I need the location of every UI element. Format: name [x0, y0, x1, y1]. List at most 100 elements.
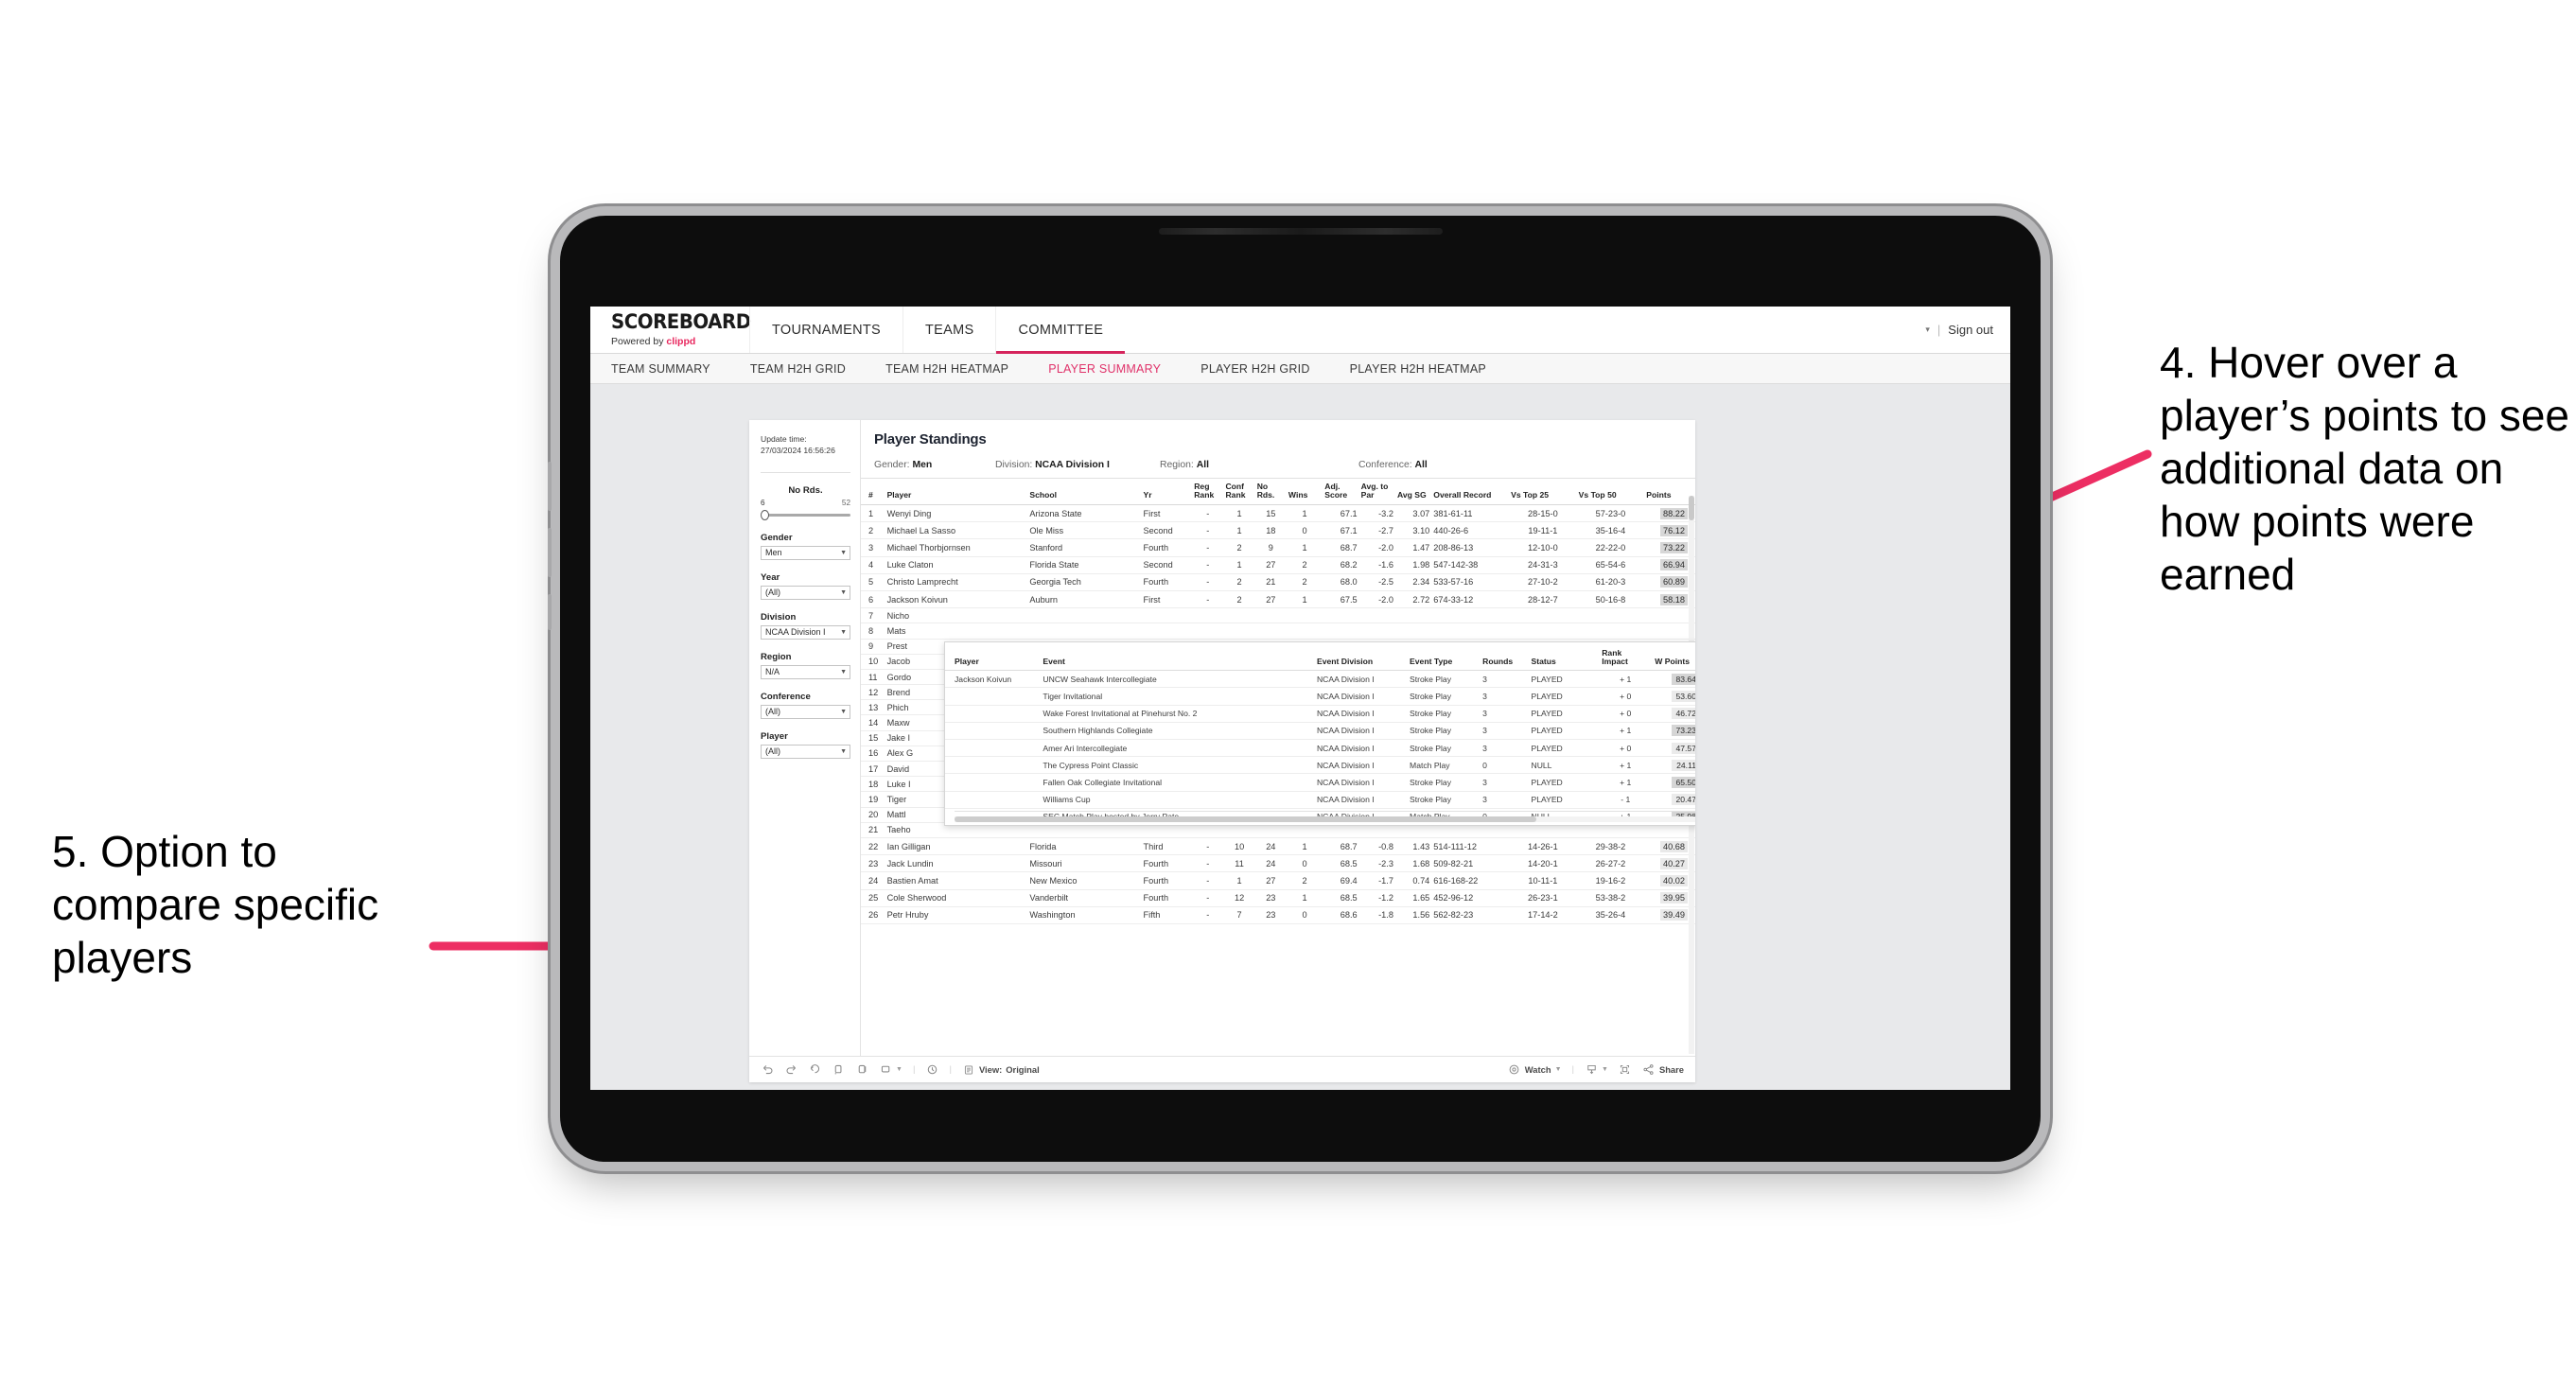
cell-adj-score: 68.5 — [1323, 854, 1359, 873]
table-row[interactable]: 4 Luke Claton Florida State Second - 1 2… — [861, 556, 1695, 574]
col-adj-score[interactable]: Adj. Score — [1323, 479, 1359, 506]
tt-cell-division: NCAA Division I — [1313, 670, 1408, 689]
nav-item-committee[interactable]: COMMITTEE — [995, 307, 1125, 354]
tt-cell-rounds: 3 — [1480, 705, 1529, 723]
table-row[interactable]: 7 Nicho — [861, 607, 1695, 624]
cell-points[interactable]: 39.95 — [1644, 889, 1695, 907]
alerts-dropdown[interactable]: ▼ — [879, 1063, 902, 1077]
brand-logo[interactable]: SCOREBOARD Powered by clippd — [590, 307, 751, 353]
tooltip-row: Wake Forest Invitational at Pinehurst No… — [945, 705, 1695, 723]
view-dropdown[interactable]: View: Original — [962, 1063, 1040, 1077]
undo-icon[interactable] — [761, 1063, 774, 1077]
standings-table-wrapper: # Player School Yr Reg Rank Conf Rank No… — [861, 478, 1695, 1056]
col-wins[interactable]: Wins — [1286, 479, 1323, 506]
region-select[interactable]: N/A ▼ — [761, 664, 850, 679]
pause-auto-updates-icon[interactable] — [855, 1063, 868, 1077]
table-row[interactable]: 23 Jack Lundin Missouri Fourth - 11 24 0 — [861, 854, 1695, 873]
cell-points[interactable]: 76.12 — [1644, 521, 1695, 540]
table-row[interactable]: 3 Michael Thorbjornsen Stanford Fourth -… — [861, 538, 1695, 557]
scrollbar-thumb[interactable] — [955, 816, 1536, 822]
viz-body: Update time: 27/03/2024 16:56:26 No Rds.… — [749, 420, 1695, 1056]
redo-icon[interactable] — [784, 1063, 797, 1077]
col-reg-rank[interactable]: Reg Rank — [1192, 479, 1224, 506]
share-button[interactable]: Share — [1642, 1063, 1684, 1077]
tt-cell-status: PLAYED — [1528, 687, 1600, 706]
nav-item-teams[interactable]: TEAMS — [902, 307, 995, 353]
cell-points[interactable]: 66.94 — [1644, 556, 1695, 574]
download-dropdown[interactable]: ▼ — [1585, 1063, 1608, 1077]
subnav-item-team-h2h-grid[interactable]: TEAM H2H GRID — [750, 362, 846, 376]
cell-points — [1644, 607, 1695, 624]
col-vs-top-50[interactable]: Vs Top 50 — [1576, 479, 1645, 506]
meta-gender: Gender: Men — [874, 460, 986, 470]
col-player[interactable]: Player — [885, 479, 1028, 506]
table-row[interactable]: 1 Wenyi Ding Arizona State First - 1 15 … — [861, 504, 1695, 523]
division-select[interactable]: NCAA Division I ▼ — [761, 624, 850, 640]
col-vs-top-25[interactable]: Vs Top 25 — [1509, 479, 1577, 506]
col-no-rds[interactable]: No Rds. — [1254, 479, 1287, 506]
tt-cell-status: PLAYED — [1528, 773, 1600, 792]
gender-select[interactable]: Men ▼ — [761, 545, 850, 560]
subnav-item-team-h2h-heatmap[interactable]: TEAM H2H HEATMAP — [885, 362, 1008, 376]
cell-points[interactable]: 40.02 — [1644, 871, 1695, 890]
points-badge: 39.49 — [1660, 909, 1688, 921]
table-row[interactable]: 24 Bastien Amat New Mexico Fourth - 1 27… — [861, 871, 1695, 890]
cell-points[interactable]: 60.89 — [1644, 573, 1695, 591]
view-icon — [962, 1063, 975, 1077]
tt-col-event: Event — [1040, 642, 1314, 672]
cell-rank: 1 — [861, 504, 885, 523]
cell-no-rds: 18 — [1254, 521, 1287, 540]
cell-avg-sg: 2.72 — [1394, 590, 1432, 609]
col-overall-rec[interactable]: Overall Record — [1431, 479, 1510, 506]
conference-select[interactable]: (All) ▼ — [761, 704, 850, 719]
no-rounds-slider[interactable] — [761, 509, 850, 520]
slider-handle[interactable] — [761, 509, 769, 520]
cell-points-hovered[interactable]: 58.18 — [1644, 590, 1695, 609]
nav-item-tournaments[interactable]: TOURNAMENTS — [749, 307, 902, 353]
table-row[interactable]: 5 Christo Lamprecht Georgia Tech Fourth … — [861, 573, 1695, 591]
tt-cell-event: SEC Stroke Play hosted by Jerry Pate — [1040, 825, 1314, 826]
cell-points[interactable]: 39.49 — [1644, 906, 1695, 924]
table-row[interactable]: 26 Petr Hruby Washington Fifth - 7 23 0 — [861, 906, 1695, 924]
chevron-down-icon: ▼ — [840, 747, 847, 755]
cell-wins: 2 — [1286, 573, 1323, 591]
table-row[interactable]: 25 Cole Sherwood Vanderbilt Fourth - 12 … — [861, 889, 1695, 907]
cell-player: Jack Lundin — [885, 854, 1028, 873]
cell-points[interactable]: 73.22 — [1644, 538, 1695, 557]
sign-out-link[interactable]: Sign out — [1948, 323, 1993, 337]
tt-cell-event: The Cypress Point Classic — [1040, 756, 1314, 775]
col-avg-sg[interactable]: Avg SG — [1394, 479, 1432, 506]
subnav-item-team-summary[interactable]: TEAM SUMMARY — [611, 362, 710, 376]
table-row[interactable]: 22 Ian Gilligan Florida Third - 10 24 1 — [861, 837, 1695, 856]
fullscreen-icon[interactable] — [1619, 1063, 1632, 1077]
year-select[interactable]: (All) ▼ — [761, 585, 850, 600]
table-row[interactable]: 6 Jackson Koivun Auburn First - 2 27 1 6… — [861, 590, 1695, 609]
subnav-item-player-h2h-heatmap[interactable]: PLAYER H2H HEATMAP — [1350, 362, 1486, 376]
col-conf-rank[interactable]: Conf Rank — [1223, 479, 1255, 506]
col-rank[interactable]: # — [861, 479, 885, 506]
refresh-icon[interactable] — [832, 1063, 845, 1077]
col-avg-to-par[interactable]: Avg. to Par — [1358, 479, 1395, 506]
tooltip-horizontal-scrollbar[interactable] — [955, 816, 1695, 822]
tt-cell-type: Stroke Play — [1407, 705, 1481, 723]
cell-points[interactable]: 40.68 — [1644, 837, 1695, 856]
watch-dropdown[interactable]: Watch ▼ — [1508, 1063, 1562, 1077]
subnav-item-player-h2h-grid[interactable]: PLAYER H2H GRID — [1200, 362, 1309, 376]
cell-player: Mats — [885, 623, 1028, 640]
cell-school: New Mexico — [1027, 871, 1142, 890]
chevron-down-icon[interactable]: ▾ — [1925, 325, 1930, 335]
scrollbar-thumb[interactable] — [1689, 496, 1694, 520]
subnav-item-player-summary[interactable]: PLAYER SUMMARY — [1048, 362, 1161, 376]
revert-icon[interactable] — [808, 1063, 821, 1077]
history-icon[interactable] — [925, 1063, 938, 1077]
col-yr[interactable]: Yr — [1141, 479, 1193, 506]
player-select[interactable]: (All) ▼ — [761, 744, 850, 759]
col-points[interactable]: Points — [1644, 479, 1695, 506]
cell-points[interactable]: 88.22 — [1644, 504, 1695, 523]
slide-canvas: 4. Hover over a player’s points to see a… — [0, 0, 2576, 1386]
col-school[interactable]: School — [1027, 479, 1142, 506]
cell-points[interactable]: 40.27 — [1644, 854, 1695, 873]
table-row[interactable]: 8 Mats — [861, 623, 1695, 640]
table-row[interactable]: 2 Michael La Sasso Ole Miss Second - 1 1… — [861, 521, 1695, 540]
cell-conf-rank: 1 — [1223, 871, 1255, 890]
